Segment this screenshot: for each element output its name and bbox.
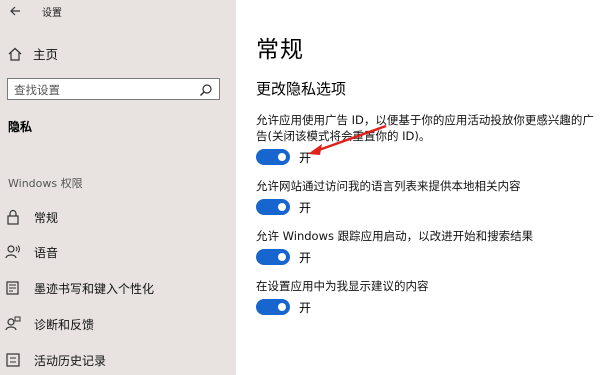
sidebar-item-label: 活动历史记录 [34,353,107,368]
activity-history-icon [5,352,21,368]
title-bar: 设置 [8,3,62,19]
home-nav-item[interactable]: 主页 [7,44,58,63]
speech-icon [5,244,21,260]
inking-typing-icon [5,280,21,296]
page-title: 常规 [256,37,304,63]
advertising-id-toggle[interactable]: 开 [256,148,311,166]
toggle-switch[interactable] [256,299,290,315]
sidebar-item-speech[interactable]: 语音 [5,241,58,263]
setting-suggested-content-label: 在设置应用中为我显示建议的内容 [256,279,429,293]
toggle-state-label: 开 [299,300,312,315]
suggested-content-toggle[interactable]: 开 [256,298,311,316]
sidebar-item-label: 诊断和反馈 [34,317,95,332]
sidebar-item-diagnostics-feedback[interactable]: 诊断和反馈 [5,313,94,335]
sidebar-item-label: 墨迹书写和键入个性化 [34,281,155,296]
toggle-state-label: 开 [299,150,312,165]
app-launch-tracking-toggle[interactable]: 开 [256,248,311,266]
setting-app-launch-tracking-label: 允许 Windows 跟踪应用启动，以改进开始和搜索结果 [256,229,534,243]
search-box [7,78,220,100]
group-label-windows-permissions: Windows 权限 [8,177,83,190]
sidebar-item-activity-history[interactable]: 活动历史记录 [5,349,106,371]
app-title: 设置 [42,7,62,19]
section-title: 更改隐私选项 [256,80,347,98]
setting-language-list-label: 允许网站通过访问我的语言列表来提供本地相关内容 [256,179,521,193]
sidebar-item-general[interactable]: 常规 [5,206,58,228]
toggle-knob [278,303,286,311]
language-list-toggle[interactable]: 开 [256,198,311,216]
search-input[interactable] [14,81,194,99]
sidebar-item-inking-typing[interactable]: 墨迹书写和键入个性化 [5,277,154,299]
diagnostics-feedback-icon [5,316,21,332]
toggle-state-label: 开 [299,250,312,265]
section-heading-privacy: 隐私 [8,120,33,134]
toggle-switch[interactable] [256,149,290,165]
sidebar-item-label: 语音 [34,245,59,260]
toggle-knob [278,203,286,211]
sidebar: 设置 主页 隐私 Windows 权限 常规 语音 墨迹书写和键入个性化 [0,0,236,375]
toggle-knob [278,153,286,161]
setting-advertising-id-label: 允许应用使用广告 ID，以便基于你的应用活动投放你更感兴趣的广告(关闭该模式将会… [256,113,594,143]
toggle-switch[interactable] [256,199,290,215]
toggle-switch[interactable] [256,249,290,265]
back-arrow-icon[interactable] [8,4,22,18]
main-content: 常规 更改隐私选项 允许应用使用广告 ID，以便基于你的应用活动投放你更感兴趣的… [236,0,600,375]
sidebar-item-label: 常规 [34,210,59,225]
home-icon [7,46,23,62]
search-icon[interactable] [199,82,213,96]
lock-icon [5,209,21,225]
home-label: 主页 [33,47,59,62]
toggle-knob [278,253,286,261]
toggle-state-label: 开 [299,200,312,215]
